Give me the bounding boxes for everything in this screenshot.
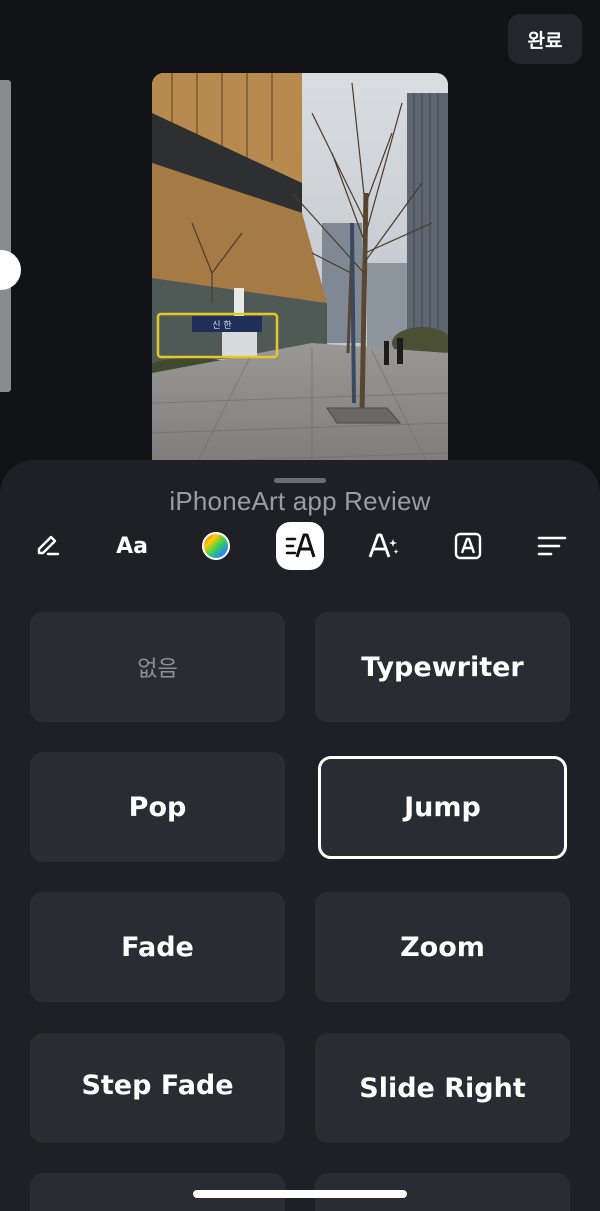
text-align-icon[interactable]: [528, 522, 576, 570]
sheet-grabber[interactable]: [274, 478, 326, 483]
pen-icon[interactable]: [24, 522, 72, 570]
animation-option-slide-right[interactable]: Slide Right: [315, 1033, 570, 1143]
animation-option-step-fade[interactable]: Step Fade: [30, 1033, 285, 1143]
video-preview[interactable]: 신 한: [152, 73, 448, 473]
text-animation-icon[interactable]: [276, 522, 324, 570]
font-icon[interactable]: Aa: [108, 522, 156, 570]
animation-option-jump[interactable]: Jump: [318, 756, 567, 859]
text-size-slider[interactable]: [0, 80, 11, 392]
home-indicator: [193, 1190, 407, 1198]
text-size-slider-knob[interactable]: [0, 250, 21, 290]
text-effects-icon[interactable]: [360, 522, 408, 570]
animation-option-zoom[interactable]: Zoom: [315, 892, 570, 1002]
preview-sign-text: 신 한: [212, 320, 231, 331]
font-icon-label: Aa: [116, 533, 148, 559]
text-style-sheet: iPhoneArt app Review Aa 없음 Typewriter Po…: [0, 460, 600, 1211]
done-button[interactable]: 완료: [508, 14, 582, 64]
animation-option-typewriter[interactable]: Typewriter: [315, 612, 570, 722]
animation-option-pop[interactable]: Pop: [30, 752, 285, 862]
text-background-icon[interactable]: [444, 522, 492, 570]
animation-option-none[interactable]: 없음: [30, 612, 285, 722]
text-preview-title[interactable]: iPhoneArt app Review: [0, 486, 600, 517]
animation-option-fade[interactable]: Fade: [30, 892, 285, 1002]
color-wheel-icon[interactable]: [192, 522, 240, 570]
